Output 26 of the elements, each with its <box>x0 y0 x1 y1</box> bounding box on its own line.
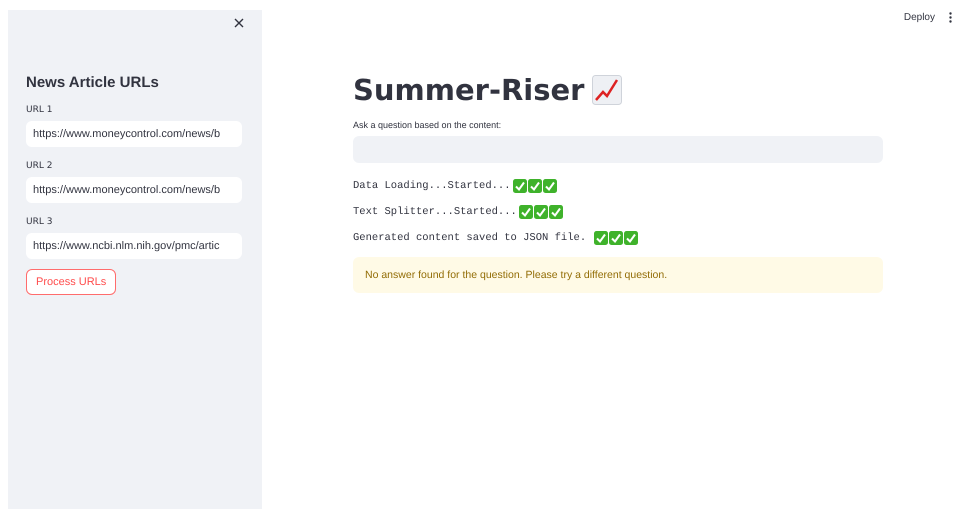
field-label: URL 1 <box>26 105 54 115</box>
check-icon <box>518 205 533 219</box>
close-icon[interactable] <box>234 18 244 28</box>
url-field[interactable]: https://www.ncbi.nlm.nih.gov/pmc/artic <box>26 233 242 259</box>
log-text: Generated content saved to JSON file. <box>353 232 588 244</box>
chart-icon <box>592 75 622 105</box>
field-label: URL 2 <box>26 161 54 171</box>
check-icon <box>609 231 624 245</box>
log-text: Data Loading...Started... <box>353 180 511 192</box>
page-title: Summer-Riser <box>353 73 584 107</box>
check-icon <box>512 179 527 193</box>
check-icon <box>542 179 557 193</box>
check-icon <box>624 231 638 245</box>
sidebar-heading: News Article URLs <box>26 74 160 91</box>
url-field[interactable]: https://www.moneycontrol.com/news/b <box>26 121 242 147</box>
check-icon <box>594 231 608 245</box>
check-icon <box>528 179 542 193</box>
warning-text: No answer found for the question. Please try a different question. <box>365 269 668 281</box>
log-text: Text Splitter...Started... <box>353 206 517 218</box>
deploy-button[interactable]: Deploy <box>904 12 935 23</box>
url-field[interactable]: https://www.moneycontrol.com/news/b <box>26 177 242 203</box>
check-icon <box>548 205 563 219</box>
field-label: URL 3 <box>26 217 54 227</box>
question-label: Ask a question based on the content: <box>353 120 502 130</box>
more-icon[interactable] <box>949 12 952 23</box>
check-icon <box>534 205 548 219</box>
